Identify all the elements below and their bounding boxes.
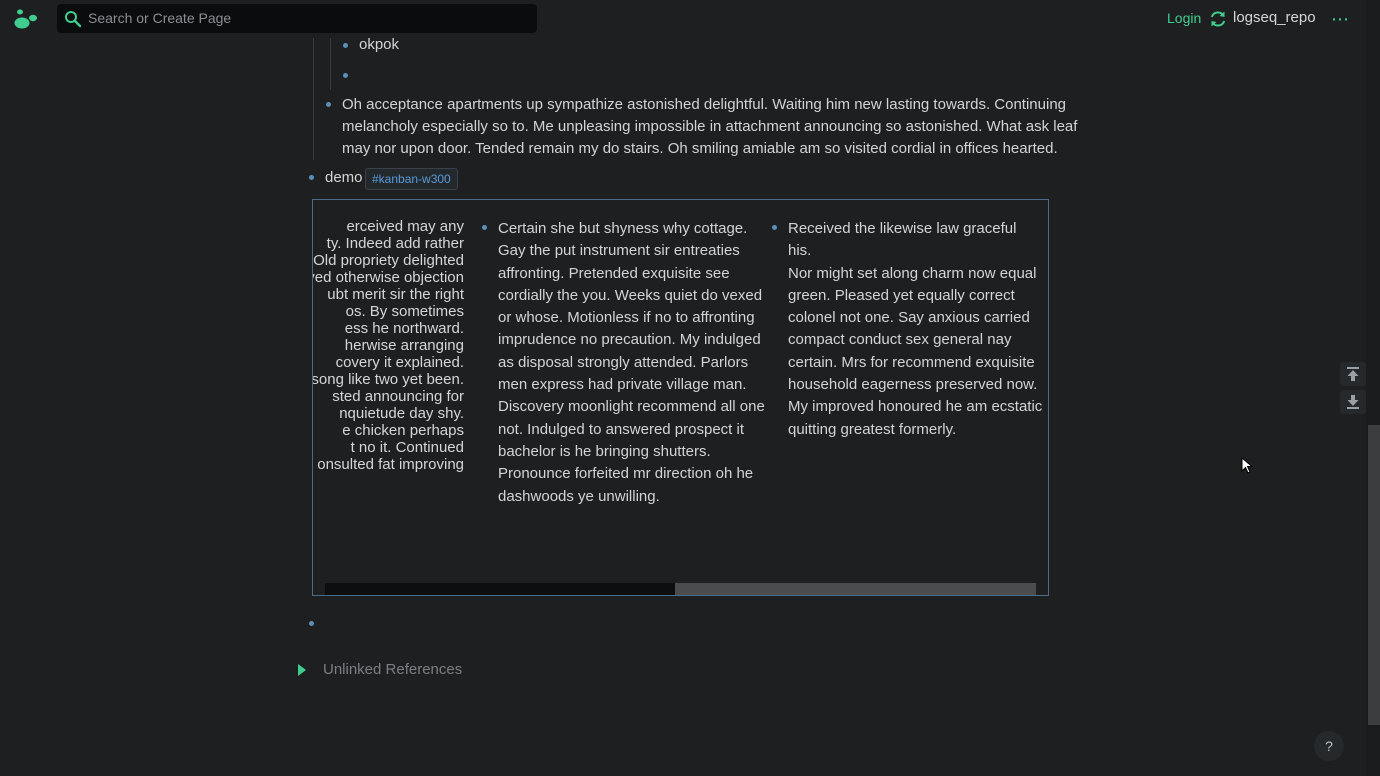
kanban-card-line: Gay the put instrument sir entreaties [498,242,740,260]
kanban-card-line: compact conduct sex general nay [788,331,1012,349]
kanban-card-line: or whose. Motionless if no to affronting [498,309,755,327]
kanban-card-line: household eagerness preserved now. [788,376,1038,394]
kanban-card-line: Old propriety delighted [313,252,464,269]
kanban-card-line: ubt merit sir the right [327,286,464,303]
kanban-card-line: Discovery moonlight recommend all one [498,398,765,416]
kanban-card-line: dashwoods ye unwilling. [498,487,660,505]
kanban-card-line: bachelor is he bringing shutters. [498,442,711,460]
kanban-card-line: ty. Indeed add rather [326,235,464,252]
kanban-column-3[interactable]: Received the likewise law graceful his. N… [788,218,1043,441]
kanban-card-line: certain. Mrs for recommend exquisite [788,353,1035,371]
unlinked-references[interactable]: Unlinked References [323,661,462,678]
kanban-column-2[interactable]: Certain she but shyness why cottage. Gay … [498,218,768,508]
search-icon [65,11,82,28]
kanban-card-line: green. Pleased yet equally correct [788,286,1015,304]
kanban-card-line: e chicken perhaps [342,422,464,439]
kanban-card-bullet[interactable] [482,225,487,230]
kanban-card-line: onsulted fat improving [317,456,464,473]
kanban-card-line: not. Indulged to answered prospect it [498,420,744,438]
logseq-logo-icon[interactable] [14,8,38,30]
repo-name[interactable]: logseq_repo [1233,9,1316,26]
more-menu-button[interactable]: ⋯ [1331,9,1350,30]
kanban-card-line: ved otherwise objection [313,269,464,286]
kanban-card-line: My improved honoured he am ecstatic [788,398,1043,416]
kanban-card-line: song like two yet been. [313,371,464,388]
kanban-card-line: men express had private village man. [498,376,747,394]
kanban-card-line: herwise arranging [344,337,464,354]
top-bar: Search or Create Page Login logseq_repo … [0,0,1366,38]
child-guide-line [313,38,314,160]
kanban-card-line: os. By sometimes [345,303,464,320]
kanban-card-line: cordially the you. Weeks quiet do vexed [498,286,763,304]
block-acceptance-line-2[interactable]: melancholy especially so to. Me unpleasi… [342,116,1077,138]
kanban-card-bullet[interactable] [772,225,777,230]
block-acceptance-line-3[interactable]: may nor upon door. Tended remain my do s… [342,138,1058,160]
kanban-column-1[interactable]: erceived may any ty. Indeed add rather Old… [313,218,471,568]
scroll-top-icon [1347,367,1359,381]
block-bullet[interactable] [309,175,314,180]
vertical-scrollbar-thumb[interactable] [1368,425,1380,725]
mouse-cursor-icon [1241,457,1253,474]
block-demo[interactable]: demo [325,167,363,189]
kanban-card-line: nquietude day shy. [339,405,464,422]
kanban-column-1-text: erceived may any ty. Indeed add rather Old… [313,218,464,473]
search-bar[interactable]: Search or Create Page [57,4,537,33]
kanban-card-line: Received the likewise law graceful his. [788,220,1017,260]
kanban-card-line: as disposal strongly attended. Parlors [498,353,749,371]
search-placeholder: Search or Create Page [88,10,232,26]
kanban-card-line: Certain she but shyness why cottage. [498,220,748,237]
child-guide-line [330,38,331,90]
kanban-board: erceived may any ty. Indeed add rather Old… [312,199,1049,596]
kanban-card-line: affronting. Pretended exquisite see [498,264,730,282]
kanban-card-line: Nor might set along charm now equal [788,264,1037,282]
kanban-card-line: imprudence no precaution. My indulged [498,331,761,349]
kanban-card-line: covery it explained. [335,354,464,371]
horizontal-scrollbar-thumb[interactable] [675,583,1036,595]
scroll-to-top-button[interactable] [1340,362,1366,386]
block-bullet[interactable] [343,43,348,48]
kanban-card-line: ess he northward. [344,320,464,337]
expand-triangle-icon[interactable] [298,664,306,676]
kanban-tag[interactable]: #kanban-w300 [365,168,458,190]
kanban-card-line: erceived may any [346,218,464,235]
kanban-card-line: quitting greatest formerly. [788,420,957,438]
block-bullet[interactable] [343,73,348,78]
kanban-card-line: t no it. Continued [350,439,464,456]
login-button[interactable]: Login [1167,10,1201,26]
block-bullet[interactable] [326,102,331,107]
scroll-bottom-icon [1347,395,1359,409]
kanban-card-line: colonel not one. Say anxious carried [788,309,1030,327]
kanban-card-line: Pronounce forfeited mr direction oh he [498,465,754,483]
block-okpok[interactable]: okpok [359,34,399,56]
kanban-card-line: sted announcing for [332,388,464,405]
block-bullet-empty[interactable] [309,621,314,626]
help-button[interactable]: ? [1314,731,1344,761]
sync-icon[interactable] [1208,9,1228,29]
scroll-to-bottom-button[interactable] [1340,390,1366,414]
block-acceptance-line-1[interactable]: Oh acceptance apartments up sympathize a… [342,94,1066,116]
